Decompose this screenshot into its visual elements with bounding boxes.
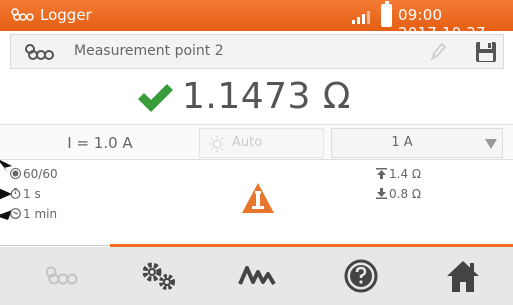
measurement-duration: 1 min xyxy=(10,207,57,221)
bottom-toolbar xyxy=(0,247,513,305)
pencil-icon[interactable] xyxy=(429,42,447,62)
waveform-tab[interactable] xyxy=(212,247,302,305)
measurement-point-bar[interactable]: Measurement point 2 xyxy=(10,34,504,69)
auto-button[interactable]: Auto xyxy=(199,128,324,158)
logger-icon xyxy=(11,8,34,21)
upper-limit: 1.4 Ω xyxy=(376,167,421,181)
interval-value: 1 s xyxy=(23,187,41,201)
upper-limit-icon xyxy=(376,168,387,179)
clock-icon xyxy=(10,208,21,219)
hazard-warning-icon xyxy=(242,183,274,213)
auto-label: Auto xyxy=(232,135,263,150)
lower-limit-value: 0.8 Ω xyxy=(389,187,422,201)
duration-value: 1 min xyxy=(23,207,58,221)
battery-icon xyxy=(381,1,392,27)
record-icon xyxy=(10,168,21,179)
settings-tab[interactable] xyxy=(114,247,204,305)
measurement-result: 1.1473 Ω xyxy=(0,72,513,122)
test-current: I = 1.0 A xyxy=(67,134,133,152)
floppy-disk-icon[interactable] xyxy=(475,41,497,63)
lower-limit: 0.8 Ω xyxy=(376,187,421,201)
help-icon xyxy=(344,259,378,293)
logger-icon xyxy=(25,44,54,60)
lower-limit-icon xyxy=(376,188,387,199)
current-range-select[interactable]: 1 A xyxy=(331,128,503,158)
home-icon xyxy=(447,261,479,292)
upper-limit-value: 1.4 Ω xyxy=(389,167,422,181)
measurement-count: 60/60 xyxy=(10,167,58,181)
measurement-interval: 1 s xyxy=(10,187,41,201)
logger-tab[interactable] xyxy=(16,247,106,305)
app-title: Logger xyxy=(40,6,92,24)
waveform-icon xyxy=(238,266,276,286)
status-bar: Logger 09:00 2017.10.27 xyxy=(0,0,513,42)
stopwatch-icon xyxy=(10,188,21,199)
measurement-point-name: Measurement point 2 xyxy=(74,43,224,59)
divider xyxy=(0,245,110,246)
chevron-down-icon xyxy=(485,139,497,149)
auto-icon xyxy=(209,136,225,152)
signal-icon xyxy=(352,11,370,24)
check-icon xyxy=(138,84,173,112)
settings-gears-icon xyxy=(142,262,175,290)
resistance-value: 1.1473 Ω xyxy=(182,76,351,117)
parameters-panel: 60/60 1 s 1 min 1.4 Ω 0.8 Ω xyxy=(0,160,513,243)
current-range-value: 1 A xyxy=(391,135,413,150)
help-tab[interactable] xyxy=(316,247,406,305)
controls-row: I = 1.0 A Auto 1 A xyxy=(0,124,513,160)
home-tab[interactable] xyxy=(418,247,508,305)
logger-icon xyxy=(45,266,78,285)
count-value: 60/60 xyxy=(23,167,58,181)
